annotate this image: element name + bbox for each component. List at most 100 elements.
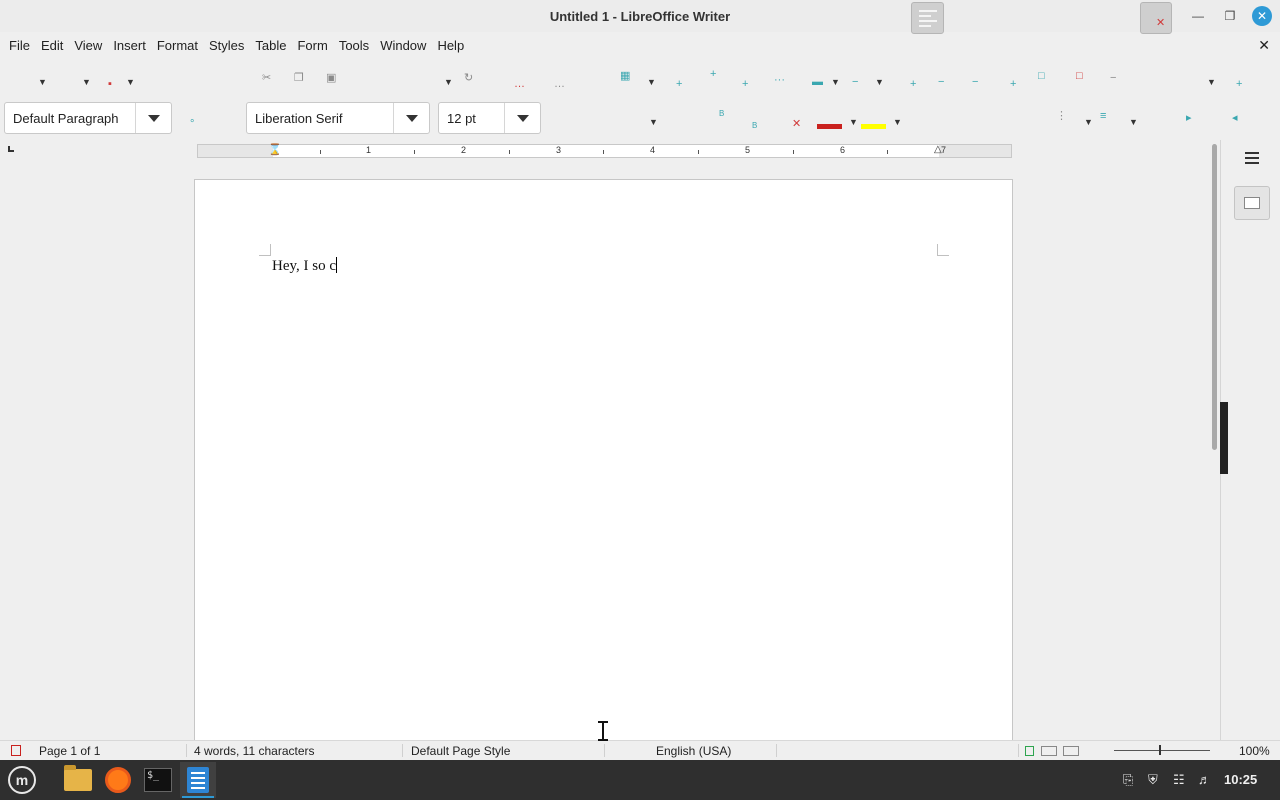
menu-format[interactable]: Format [152,32,203,60]
bookmark-icon[interactable]: + [1010,78,1016,90]
menu-view[interactable]: View [69,32,107,60]
line-icon[interactable]: − [1110,72,1116,84]
chevron-down-icon[interactable] [135,103,171,133]
sidebar-handle[interactable] [1220,402,1228,474]
tab-stop-icon[interactable] [8,146,14,152]
save-icon[interactable]: ▪ [108,78,112,90]
shapes-dropdown-icon[interactable]: ▼ [1207,76,1216,88]
cross-ref-icon[interactable]: − [972,76,978,88]
vertical-scrollbar[interactable] [1210,140,1220,740]
document-modified-icon[interactable] [11,745,21,756]
page-count[interactable]: Page 1 of 1 [39,744,100,758]
font-color-icon[interactable] [817,124,842,129]
insert-image-icon[interactable]: + [676,78,682,90]
chevron-down-icon[interactable] [504,103,540,133]
font-name-combo[interactable]: Liberation Serif [246,102,430,134]
document-text[interactable]: Hey, I so c [272,257,338,275]
insert-chart-icon[interactable]: + [710,68,716,80]
insert-textbox-icon[interactable]: + [742,78,748,90]
hyperlink-dropdown-icon[interactable]: ▼ [831,76,840,88]
language[interactable]: English (USA) [656,744,731,758]
horizontal-ruler[interactable]: 1 2 3 4 5 6 7 ⌛ △ [197,144,1012,158]
firefox-icon[interactable] [102,764,134,796]
zoom-slider[interactable] [1114,750,1210,751]
zoom-slider-thumb[interactable] [1159,745,1161,755]
paste-icon[interactable]: ▣ [326,72,336,84]
underline-dropdown-icon[interactable]: ▼ [649,116,658,128]
footnote-icon[interactable]: − [852,76,858,88]
writer-icon[interactable] [180,762,216,798]
paragraph-spacing-button[interactable]: ✕ [1140,2,1172,34]
cut-icon[interactable]: ✂ [262,72,271,84]
book-view-icon[interactable] [1063,746,1079,756]
font-size-combo[interactable]: 12 pt [438,102,541,134]
basic-shapes-icon[interactable]: + [1236,78,1242,90]
clear-formatting-icon[interactable]: ✕ [792,118,801,130]
redo-icon[interactable]: ↻ [464,72,473,84]
open-dropdown-icon[interactable]: ▼ [82,76,91,88]
clock[interactable]: 10:25 [1224,772,1257,787]
new-dropdown-icon[interactable]: ▼ [38,76,47,88]
close-window-button[interactable]: ✕ [1252,6,1272,26]
files-icon[interactable] [62,764,94,796]
clipboard-icon[interactable]: ⎘ [1123,772,1133,788]
list-icon[interactable]: ⋮ [1056,110,1067,122]
left-indent-marker-icon[interactable]: ⌛ [268,143,282,156]
menu-form[interactable]: Form [292,32,332,60]
new-style-icon[interactable]: ° [190,118,194,130]
terminal-icon[interactable]: $_ [142,764,174,796]
properties-icon[interactable] [1234,186,1270,220]
menu-file[interactable]: File [4,32,35,60]
track-changes-icon[interactable]: □ [1076,70,1083,82]
document-page[interactable]: Hey, I so c [194,179,1013,740]
page-break-icon[interactable]: + [910,78,916,90]
numbering-icon[interactable]: ≡ [1100,110,1106,122]
table-dropdown-icon[interactable]: ▼ [647,76,656,88]
menu-help[interactable]: Help [432,32,469,60]
insert-comment-icon[interactable]: □ [1038,70,1045,82]
menu-edit[interactable]: Edit [36,32,68,60]
save-dropdown-icon[interactable]: ▼ [126,76,135,88]
sidebar-menu-icon[interactable] [1245,152,1259,167]
right-indent-marker-icon[interactable]: △ [934,144,942,155]
list-dropdown-icon[interactable]: ▼ [1084,116,1093,128]
single-page-view-icon[interactable] [1025,746,1034,756]
maximize-button[interactable]: ❐ [1220,6,1240,26]
font-color-dropdown-icon[interactable]: ▼ [849,116,858,128]
scrollbar-thumb[interactable] [1212,144,1217,450]
superscript-icon[interactable]: B [719,108,724,120]
spelling-icon[interactable]: … [514,78,525,90]
decrease-indent-icon[interactable]: ◂ [1232,112,1238,124]
volume-icon[interactable]: ♬ [1198,772,1211,787]
menu-insert[interactable]: Insert [108,32,151,60]
formatting-marks-icon[interactable]: … [554,78,565,90]
field-icon[interactable]: − [938,76,944,88]
special-char-icon[interactable]: ··· [774,74,785,86]
menu-table[interactable]: Table [250,32,291,60]
word-count[interactable]: 4 words, 11 characters [194,744,315,758]
multi-page-view-icon[interactable] [1041,746,1057,756]
insert-table-icon[interactable]: ▦ [620,70,630,82]
network-icon[interactable]: ☷ [1173,772,1185,788]
footnote-dropdown-icon[interactable]: ▼ [875,76,884,88]
numbering-dropdown-icon[interactable]: ▼ [1129,116,1138,128]
paragraph-style-combo[interactable]: Default Paragraph [4,102,172,134]
shield-icon[interactable]: ⛨ [1148,772,1158,788]
chevron-down-icon[interactable] [393,103,429,133]
menu-window[interactable]: Window [375,32,431,60]
zoom-level[interactable]: 100% [1239,744,1270,758]
highlight-dropdown-icon[interactable]: ▼ [893,116,902,128]
highlight-color-icon[interactable] [861,124,886,129]
undo-dropdown-icon[interactable]: ▼ [444,76,453,88]
close-document-icon[interactable]: ✕ [1258,37,1270,54]
increase-indent-icon[interactable]: ▸ [1186,112,1192,124]
subscript-icon[interactable]: B [752,120,757,132]
copy-icon[interactable]: ❐ [294,72,304,84]
menu-styles[interactable]: Styles [204,32,249,60]
page-style[interactable]: Default Page Style [411,744,510,758]
menu-icon[interactable]: m [6,764,38,796]
minimize-button[interactable]: — [1188,6,1208,26]
menu-tools[interactable]: Tools [334,32,374,60]
hyperlink-icon[interactable]: ▬ [812,76,823,88]
align-left-button[interactable] [911,2,944,34]
